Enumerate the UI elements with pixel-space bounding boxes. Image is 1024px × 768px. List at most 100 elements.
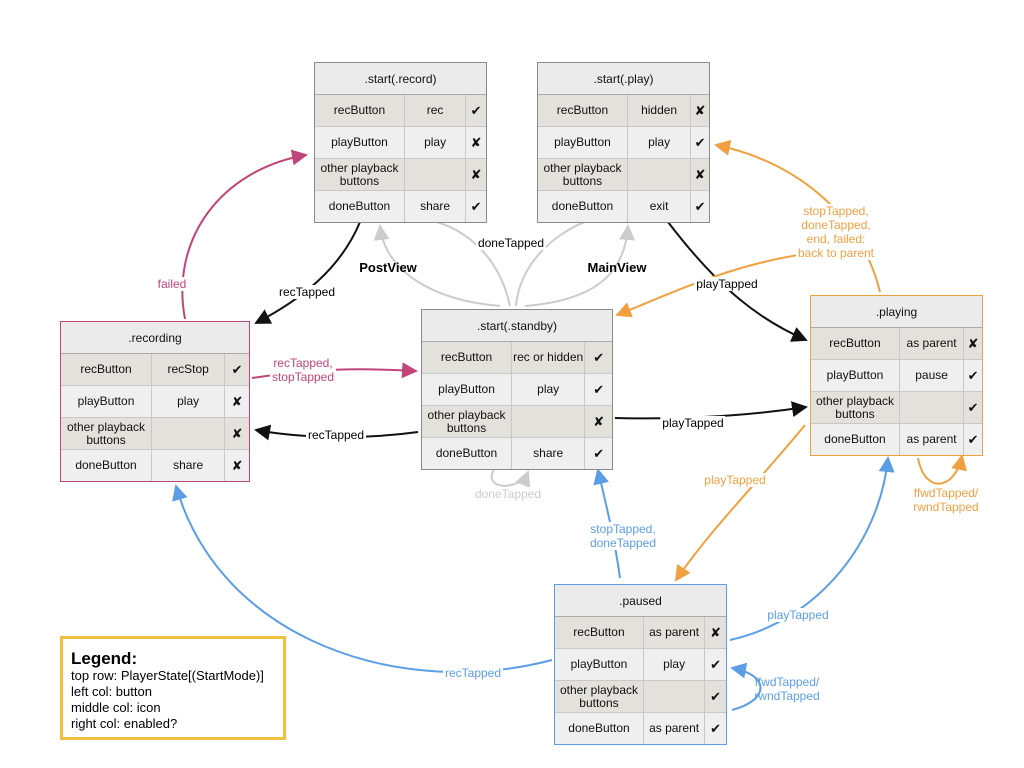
state-row: other playback buttons ✘ bbox=[61, 418, 249, 450]
state-row: recButton as parent ✘ bbox=[811, 328, 982, 360]
button-name: other playback buttons bbox=[422, 406, 513, 437]
state-row: doneButton share ✘ bbox=[61, 450, 249, 481]
label-postview: PostView bbox=[359, 260, 417, 275]
edge-playing-self bbox=[917, 454, 967, 485]
icon-name: as parent bbox=[900, 424, 965, 455]
state-title: .paused bbox=[555, 585, 726, 617]
button-name: doneButton bbox=[61, 450, 153, 481]
enabled-mark: ✘ bbox=[593, 414, 605, 429]
state-row: other playback buttons ✘ bbox=[422, 406, 612, 438]
button-name: recButton bbox=[61, 354, 153, 385]
button-name: playButton bbox=[315, 127, 405, 158]
icon-name: share bbox=[405, 191, 467, 222]
icon-name bbox=[512, 406, 586, 437]
enabled-mark: ✘ bbox=[710, 625, 722, 640]
state-row: playButton play ✔ bbox=[555, 649, 726, 681]
icon-name: as parent bbox=[644, 617, 706, 648]
state-title: .start(.play) bbox=[538, 63, 709, 95]
edge-playing-to-paused bbox=[674, 424, 806, 582]
legend: Legend: top row: PlayerState[(StartMode)… bbox=[60, 636, 286, 740]
label-done-self: doneTapped bbox=[472, 487, 544, 501]
enabled-mark: ✔ bbox=[694, 135, 706, 150]
state-row: doneButton share ✔ bbox=[422, 438, 612, 469]
icon-name: rec or hidden bbox=[512, 342, 586, 373]
enabled-mark: ✘ bbox=[231, 458, 243, 473]
icon-name bbox=[628, 159, 692, 190]
state-row: doneButton exit ✔ bbox=[538, 191, 709, 222]
label-done-top: doneTapped bbox=[475, 236, 547, 250]
state-row: recButton recStop ✔ bbox=[61, 354, 249, 386]
button-name: playButton bbox=[811, 360, 900, 391]
enabled-mark: ✔ bbox=[967, 368, 979, 383]
enabled-mark: ✘ bbox=[694, 103, 706, 118]
label-rec-stop: recTapped, stopTapped bbox=[269, 356, 337, 384]
label-paused-to-playing: playTapped bbox=[765, 608, 831, 622]
icon-name: share bbox=[152, 450, 226, 481]
legend-title: Legend: bbox=[71, 649, 138, 668]
state-row: recButton as parent ✘ bbox=[555, 617, 726, 649]
enabled-mark: ✘ bbox=[231, 394, 243, 409]
state-recording: .recording recButton recStop ✔ playButton pla… bbox=[60, 321, 250, 482]
icon-name: play bbox=[405, 127, 467, 158]
button-name: doneButton bbox=[422, 438, 513, 469]
state-title: .playing bbox=[811, 296, 982, 328]
state-playing: .playing recButton as parent ✘ playButton pau… bbox=[810, 295, 983, 456]
button-name: doneButton bbox=[538, 191, 628, 222]
enabled-mark: ✔ bbox=[710, 657, 722, 672]
label-rec-from-standby: recTapped bbox=[305, 428, 367, 442]
legend-line: left col: button bbox=[71, 684, 152, 699]
button-name: other playback buttons bbox=[61, 418, 153, 449]
button-name: playButton bbox=[555, 649, 644, 680]
enabled-mark: ✘ bbox=[694, 167, 706, 182]
button-name: recButton bbox=[315, 95, 405, 126]
icon-name: rec bbox=[405, 95, 467, 126]
label-ffwd-paused: ffwdTapped/ rwndTapped bbox=[754, 675, 820, 703]
state-row: playButton play ✘ bbox=[61, 386, 249, 418]
icon-name bbox=[900, 392, 965, 423]
enabled-mark: ✔ bbox=[231, 362, 243, 377]
legend-line: right col: enabled? bbox=[71, 716, 178, 731]
state-row: recButton rec ✔ bbox=[315, 95, 486, 127]
enabled-mark: ✔ bbox=[470, 199, 482, 214]
enabled-mark: ✔ bbox=[593, 350, 605, 365]
icon-name: recStop bbox=[152, 354, 226, 385]
label-playing-to-paused: playTapped bbox=[702, 473, 768, 487]
state-row: other playback buttons ✘ bbox=[315, 159, 486, 191]
state-row: playButton play ✔ bbox=[538, 127, 709, 159]
button-name: recButton bbox=[555, 617, 644, 648]
enabled-mark: ✔ bbox=[710, 689, 722, 704]
state-row: other playback buttons ✔ bbox=[555, 681, 726, 713]
state-row: doneButton as parent ✔ bbox=[811, 424, 982, 455]
icon-name: play bbox=[152, 386, 226, 417]
button-name: playButton bbox=[61, 386, 153, 417]
state-start-standby: .start(.standby) recButton rec or hidden ✔ p… bbox=[421, 309, 613, 470]
button-name: playButton bbox=[422, 374, 513, 405]
icon-name bbox=[644, 681, 706, 712]
icon-name: play bbox=[512, 374, 586, 405]
state-row: other playback buttons ✘ bbox=[538, 159, 709, 191]
icon-name: play bbox=[628, 127, 692, 158]
label-mainview: MainView bbox=[587, 260, 647, 275]
button-name: other playback buttons bbox=[811, 392, 900, 423]
enabled-mark: ✔ bbox=[710, 721, 722, 736]
label-paused-to-standby: stopTapped, doneTapped bbox=[587, 522, 659, 550]
icon-name: as parent bbox=[644, 713, 706, 744]
edge-standby-to-play-2 bbox=[515, 219, 591, 307]
state-start-play: .start(.play) recButton hidden ✘ playButton p… bbox=[537, 62, 710, 223]
state-row: doneButton as parent ✔ bbox=[555, 713, 726, 744]
icon-name: exit bbox=[628, 191, 692, 222]
state-title: .recording bbox=[61, 322, 249, 354]
enabled-mark: ✘ bbox=[470, 167, 482, 182]
state-row: other playback buttons ✔ bbox=[811, 392, 982, 424]
enabled-mark: ✔ bbox=[593, 446, 605, 461]
state-paused: .paused recButton as parent ✘ playButton play… bbox=[554, 584, 727, 745]
button-name: doneButton bbox=[811, 424, 900, 455]
state-row: doneButton share ✔ bbox=[315, 191, 486, 222]
label-play-from-standby: playTapped bbox=[660, 416, 726, 430]
enabled-mark: ✔ bbox=[593, 382, 605, 397]
state-row: playButton play ✔ bbox=[422, 374, 612, 406]
icon-name bbox=[152, 418, 226, 449]
icon-name: pause bbox=[900, 360, 965, 391]
button-name: playButton bbox=[538, 127, 628, 158]
label-failed: failed bbox=[155, 277, 189, 291]
